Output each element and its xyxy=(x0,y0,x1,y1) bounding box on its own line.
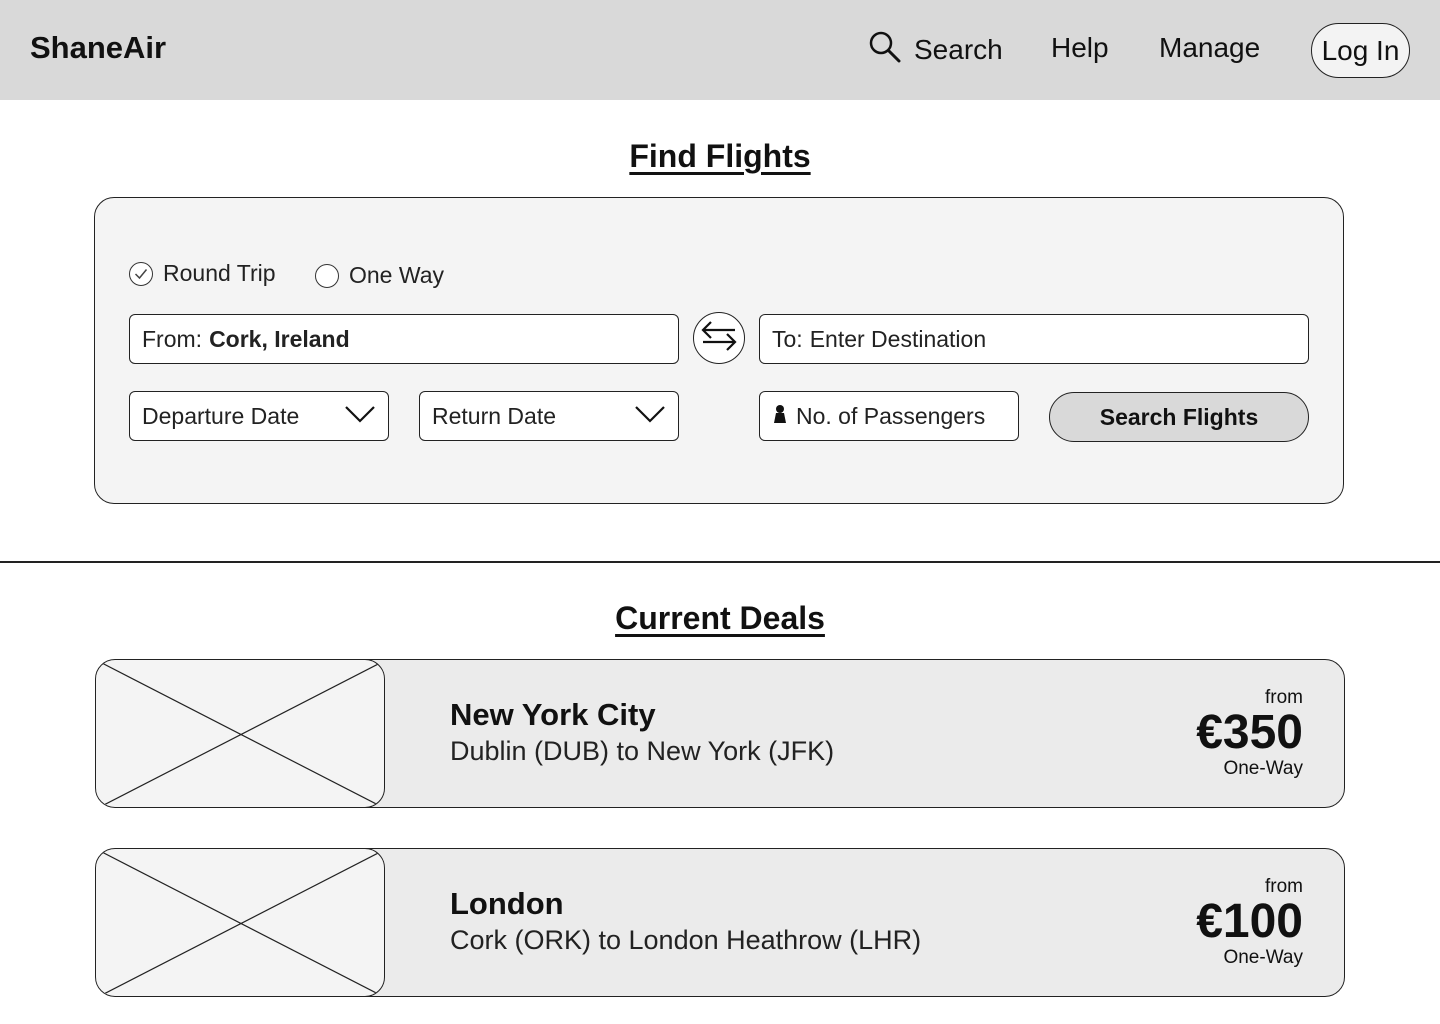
to-placeholder: Enter Destination xyxy=(809,325,987,352)
one-way-radio[interactable]: One Way xyxy=(315,262,444,289)
round-trip-radio[interactable]: Round Trip xyxy=(129,260,276,287)
swap-arrows-icon xyxy=(699,319,739,358)
passengers-field[interactable]: No. of Passengers xyxy=(759,391,1019,441)
from-field[interactable]: From: Cork, Ireland xyxy=(129,314,679,364)
to-label: To: xyxy=(772,325,803,352)
deal-card[interactable]: New York City Dublin (DUB) to New York (… xyxy=(95,659,1345,808)
deal-price-box: from €350 One-Way xyxy=(1196,688,1303,780)
nav-search-label: Search xyxy=(914,34,1003,65)
deal-from-label: from xyxy=(1265,876,1303,897)
departure-date-label: Departure Date xyxy=(142,402,300,429)
check-icon xyxy=(129,261,153,286)
chevron-down-icon xyxy=(634,403,666,430)
brand-logo[interactable]: ShaneAir xyxy=(30,30,166,66)
nav-search-link[interactable]: Search xyxy=(868,30,1003,71)
deal-price: €100 xyxy=(1196,895,1303,948)
from-value: Cork, Ireland xyxy=(209,325,350,352)
deal-city: London xyxy=(450,886,564,921)
round-trip-label: Round Trip xyxy=(163,260,276,286)
deal-city: New York City xyxy=(450,697,656,732)
search-flights-button[interactable]: Search Flights xyxy=(1049,392,1309,442)
return-date-select[interactable]: Return Date xyxy=(419,391,679,441)
deal-price: €350 xyxy=(1196,706,1303,759)
deal-route: Cork (ORK) to London Heathrow (LHR) xyxy=(450,925,922,955)
image-placeholder-icon xyxy=(96,660,385,807)
nav-manage-link[interactable]: Manage xyxy=(1159,32,1260,64)
radio-empty-icon xyxy=(315,263,339,288)
from-label: From: xyxy=(142,325,203,352)
section-divider xyxy=(0,561,1440,563)
deal-price-box: from €100 One-Way xyxy=(1196,877,1303,969)
passengers-label: No. of Passengers xyxy=(796,402,986,429)
login-button[interactable]: Log In xyxy=(1311,23,1410,78)
nav-help-link[interactable]: Help xyxy=(1051,32,1109,64)
one-way-label: One Way xyxy=(349,262,445,288)
swap-locations-button[interactable] xyxy=(693,312,745,364)
deal-fare-type: One-Way xyxy=(1223,947,1303,968)
deal-card[interactable]: London Cork (ORK) to London Heathrow (LH… xyxy=(95,848,1345,997)
current-deals-title: Current Deals xyxy=(615,600,825,636)
to-field[interactable]: To: Enter Destination xyxy=(759,314,1309,364)
deal-from-label: from xyxy=(1265,687,1303,708)
flight-search-panel: Round Trip One Way From: Cork, Ireland T… xyxy=(94,197,1344,504)
return-date-label: Return Date xyxy=(432,402,557,429)
find-flights-title: Find Flights xyxy=(629,138,811,174)
person-icon xyxy=(772,403,788,430)
departure-date-select[interactable]: Departure Date xyxy=(129,391,389,441)
chevron-down-icon xyxy=(344,403,376,430)
top-navbar: ShaneAir Search Help Manage Log In xyxy=(0,0,1440,100)
search-icon xyxy=(868,30,902,71)
deal-route: Dublin (DUB) to New York (JFK) xyxy=(450,736,835,766)
deal-fare-type: One-Way xyxy=(1223,758,1303,779)
image-placeholder-icon xyxy=(96,849,385,996)
